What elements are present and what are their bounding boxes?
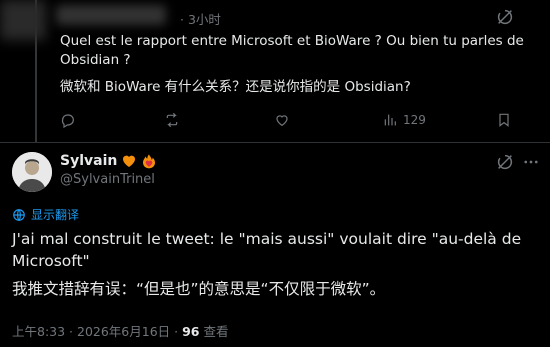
show-translation-label: 显示翻译 [31, 208, 80, 222]
divider [0, 142, 550, 143]
redacted-avatar [0, 0, 46, 40]
reply-action-bar: 129 [60, 112, 520, 132]
translate-icon [12, 208, 26, 222]
orange-heart-icon [121, 153, 137, 169]
views-button[interactable]: 129 [382, 112, 426, 128]
tweet-text-french-line1: J'ai mal construit le tweet: le "mais au… [12, 230, 522, 248]
tweet-text-chinese: 我推文措辞有误：“但是也”的意思是“不仅限于微软”。 [12, 280, 386, 298]
heart-icon [274, 112, 290, 128]
retweet-button[interactable] [164, 112, 185, 128]
tweet-text-french-line2: Microsoft" [12, 252, 90, 270]
grok-icon[interactable] [496, 153, 514, 171]
reply-text-french-line2: Obsidian ? [60, 52, 131, 68]
tweet-views-count: 96 [182, 324, 200, 339]
heart-on-fire-icon [141, 153, 157, 169]
bookmark-button[interactable] [496, 112, 512, 128]
tweet-meta: 上午8:33 · 2026年6月16日 · 96 查看 [12, 321, 228, 340]
like-button[interactable] [274, 112, 295, 128]
analytics-icon [382, 112, 398, 128]
reply-tweet[interactable]: · 3小时 Quel est le rapport entre Microsof… [0, 0, 550, 142]
tweet-views-label: 查看 [199, 324, 229, 339]
reply-timestamp[interactable]: · 3小时 [180, 9, 221, 28]
author-name-row[interactable]: Sylvain [60, 153, 157, 169]
avatar[interactable] [12, 152, 52, 192]
reply-text-french-line1: Quel est le rapport entre Microsoft et B… [60, 33, 524, 49]
author-handle[interactable]: @SylvainTrinel [60, 172, 155, 187]
bookmark-icon [496, 112, 512, 128]
tweet-timestamp[interactable]: 上午8:33 · 2026年6月16日 · [12, 324, 182, 339]
more-options-icon[interactable] [522, 153, 540, 171]
comment-icon [60, 112, 76, 128]
views-count: 129 [403, 113, 426, 127]
redacted-username [56, 5, 166, 25]
retweet-icon [164, 112, 180, 128]
grok-icon[interactable] [496, 8, 514, 26]
author-name[interactable]: Sylvain [60, 153, 117, 169]
reply-button[interactable] [60, 112, 81, 128]
show-translation-link[interactable]: 显示翻译 [12, 206, 79, 223]
reply-text-chinese: 微软和 BioWare 有什么关系？还是说你指的是 Obsidian? [60, 79, 411, 95]
